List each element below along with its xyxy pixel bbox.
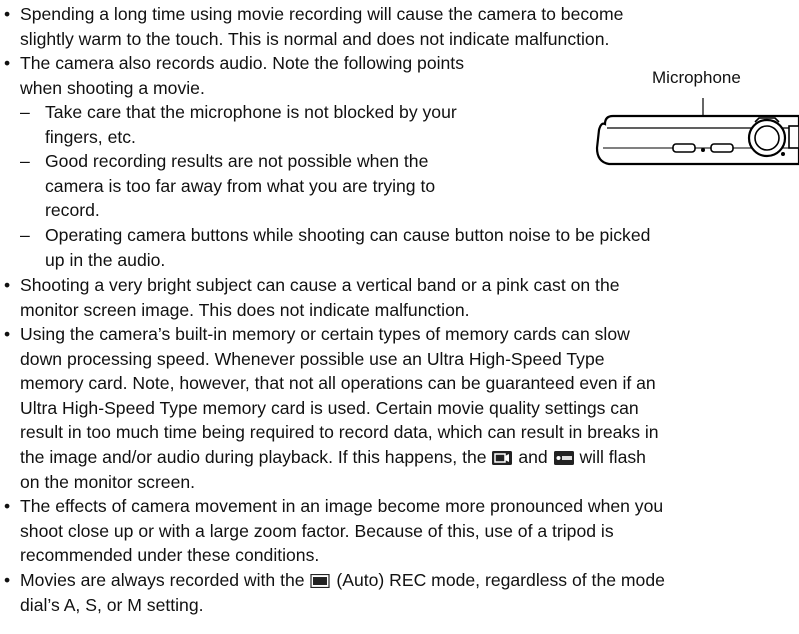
bullet-symbol: • [4, 275, 11, 295]
text-line: camera is too far away from what you are… [45, 175, 436, 196]
camera-figure [593, 98, 799, 168]
text-line: on the monitor screen. [20, 471, 196, 492]
manual-page: • Spending a long time using movie recor… [0, 0, 799, 634]
auto-mode-icon [310, 574, 331, 588]
camera-top-illustration [595, 98, 799, 166]
text-line: The effects of camera movement in an ima… [20, 496, 664, 516]
text-line: up in the audio. [45, 249, 166, 270]
rec-indicator-icon [553, 451, 574, 465]
text-line: slightly warm to the touch. This is norm… [20, 28, 610, 49]
text-line: shoot close up or with a large zoom fact… [20, 520, 614, 541]
dash-symbol: – [20, 151, 30, 171]
movie-buffer-icon [492, 451, 513, 465]
text-line: fingers, etc. [45, 126, 136, 147]
text-line: Shooting a very bright subject can cause… [20, 275, 620, 295]
text-fragment: the image and/or audio during playback. … [20, 447, 487, 467]
text-fragment: Movies are always recorded with the [20, 570, 305, 590]
microphone-label: Microphone [652, 68, 741, 87]
bullet-symbol: • [4, 4, 11, 24]
text-line: Operating camera buttons while shooting … [45, 225, 651, 245]
text-line: memory card. Note, however, that not all… [20, 373, 656, 394]
dash-symbol: – [20, 102, 30, 122]
bullet-symbol: • [4, 570, 11, 590]
dash-symbol: – [20, 225, 30, 245]
text-fragment: (Auto) REC mode, regardless of the mode [336, 570, 665, 590]
text-line: Ultra High-Speed Type memory card is use… [20, 397, 639, 418]
text-line: recommended under these conditions. [20, 545, 320, 566]
text-line: result in too much time being required t… [20, 422, 659, 443]
bullet-symbol: • [4, 53, 11, 73]
text-line: Good recording results are not possible … [45, 151, 429, 171]
text-line-with-icon: Movies are always recorded with the (Aut… [20, 568, 799, 593]
text-fragment: will flash [579, 447, 646, 467]
text-fragment: and [518, 447, 548, 467]
text-line: record. [45, 200, 100, 221]
text-line: Using the camera’s built-in memory or ce… [20, 324, 630, 344]
bullet-symbol: • [4, 324, 11, 344]
text-line: monitor screen image. This does not indi… [20, 299, 470, 320]
bullet-symbol: • [4, 496, 11, 516]
text-line-with-icons: the image and/or audio during playback. … [20, 445, 799, 470]
text-line: dial’s A, S, or M setting. [20, 594, 204, 615]
text-line: Spending a long time using movie recordi… [20, 4, 624, 24]
text-line: Take care that the microphone is not blo… [45, 102, 457, 122]
text-line: down processing speed. Whenever possible… [20, 348, 605, 369]
